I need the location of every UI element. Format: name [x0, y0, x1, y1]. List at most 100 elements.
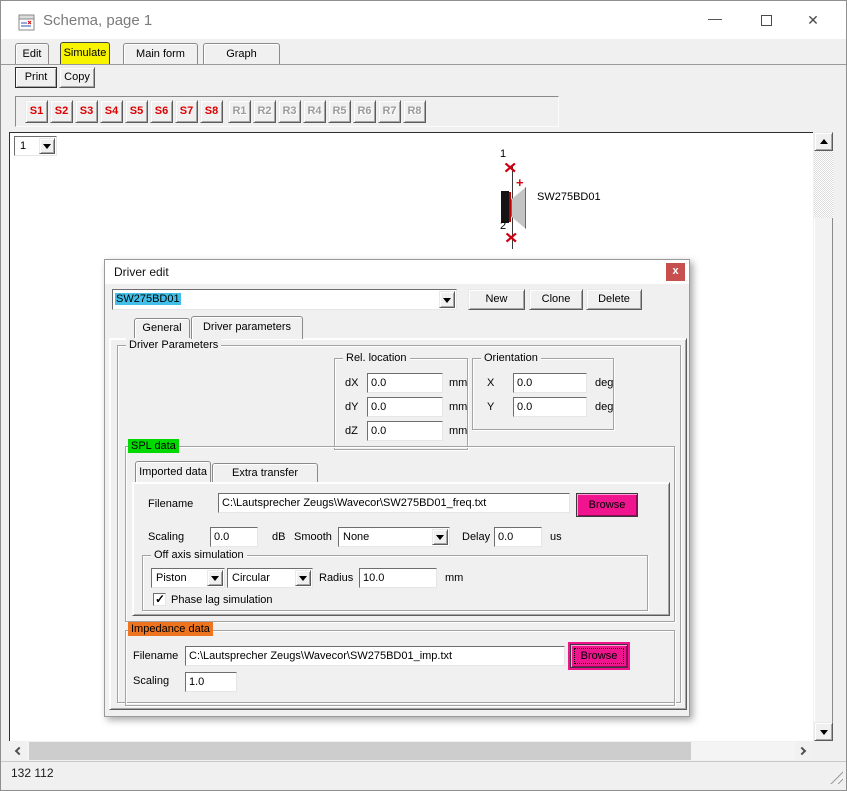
orientation-x-unit: deg — [595, 377, 613, 389]
vertical-scrollbar[interactable] — [814, 132, 833, 741]
driver-select-combo[interactable]: SW275BD01 — [112, 289, 457, 310]
off-axis-model-select[interactable]: Piston — [151, 568, 225, 588]
orientation-x-input[interactable] — [513, 373, 587, 393]
scroll-left-icon — [15, 747, 23, 755]
impedance-data-label: Impedance data — [128, 622, 213, 636]
orientation-group: Orientation X deg Y deg — [472, 358, 614, 430]
scroll-right-button[interactable] — [795, 742, 813, 760]
dialog-titlebar[interactable]: Driver edit x — [105, 260, 689, 284]
dy-unit: mm — [449, 401, 467, 413]
chevron-down-icon — [436, 535, 444, 540]
tab-edit[interactable]: Edit — [15, 43, 49, 64]
scroll-right-icon — [798, 747, 806, 755]
driver-select-dropdown-button[interactable] — [439, 291, 455, 308]
spl-browse-button[interactable]: Browse — [576, 493, 638, 517]
button-s6[interactable]: S6 — [150, 100, 173, 123]
minimize-icon: — — [708, 10, 722, 26]
orientation-x-label: X — [487, 377, 494, 389]
delete-button[interactable]: Delete — [586, 289, 642, 310]
radius-input[interactable] — [359, 568, 437, 588]
tab-driver-parameters[interactable]: Driver parameters — [191, 316, 303, 339]
spl-filename-input[interactable] — [218, 493, 570, 513]
clone-button[interactable]: Clone — [529, 289, 583, 310]
dx-input[interactable] — [367, 373, 443, 393]
horizontal-scrollbar-thumb[interactable] — [29, 742, 691, 760]
close-button[interactable]: ✕ — [796, 7, 830, 33]
dz-input[interactable] — [367, 421, 443, 441]
rel-location-label: Rel. location — [343, 351, 410, 365]
phase-lag-checkbox[interactable]: ✓ — [153, 593, 166, 606]
page-selector-dropdown-button[interactable] — [39, 138, 55, 154]
button-s7[interactable]: S7 — [175, 100, 198, 123]
scroll-up-icon — [820, 139, 828, 144]
scroll-down-icon — [820, 730, 828, 735]
speaker-coil-icon — [509, 192, 511, 222]
scroll-up-button[interactable] — [814, 132, 833, 151]
button-s2[interactable]: S2 — [50, 100, 73, 123]
page-selector[interactable]: 1 — [14, 136, 57, 156]
titlebar[interactable]: Schema, page 1 — ✕ — [1, 1, 846, 39]
schema-toolbar: S1 S2 S3 S4 S5 S6 S7 S8 R1 R2 R3 R4 R5 R… — [15, 96, 559, 127]
button-s8[interactable]: S8 — [200, 100, 223, 123]
button-r2: R2 — [253, 100, 276, 123]
spl-scaling-unit: dB — [272, 531, 285, 543]
chevron-down-icon — [211, 576, 219, 581]
imported-data-page: Filename Browse Scaling dB Smooth None — [132, 482, 670, 616]
resize-grip-icon[interactable] — [830, 771, 843, 784]
spl-scaling-input[interactable] — [210, 527, 258, 547]
button-s5[interactable]: S5 — [125, 100, 148, 123]
page-selector-value: 1 — [20, 140, 26, 152]
scroll-down-button[interactable] — [814, 722, 833, 741]
tab-main-form[interactable]: Main form — [123, 43, 198, 64]
model-select-dropdown-button[interactable] — [207, 570, 223, 586]
tab-imported-data[interactable]: Imported data — [135, 461, 211, 482]
tab-general[interactable]: General — [134, 318, 190, 338]
impedance-browse-button[interactable]: Browse — [570, 644, 628, 668]
scroll-left-button[interactable] — [9, 742, 27, 760]
minimize-button[interactable]: — — [698, 7, 732, 33]
vertical-scrollbar-thumb[interactable] — [814, 218, 833, 722]
rel-location-group: Rel. location dX mm dY mm dZ mm — [334, 358, 468, 450]
impedance-filename-label: Filename — [133, 650, 178, 662]
maximize-icon — [761, 15, 772, 26]
dy-input[interactable] — [367, 397, 443, 417]
button-s4[interactable]: S4 — [100, 100, 123, 123]
speaker-cone-icon[interactable] — [511, 187, 526, 229]
dialog-body: SW275BD01 New Clone Delete General Drive… — [105, 284, 689, 718]
shape-select-dropdown-button[interactable] — [295, 570, 311, 586]
dz-unit: mm — [449, 425, 467, 437]
button-r4: R4 — [303, 100, 326, 123]
impedance-data-group: Impedance data Filename Browse Scaling — [125, 630, 675, 706]
button-s1[interactable]: S1 — [25, 100, 48, 123]
action-button-row: Print Copy — [15, 67, 95, 88]
spl-data-group: SPL data Imported data Extra transfer fu… — [125, 446, 675, 622]
r-button-group: R1 R2 R3 R4 R5 R6 R7 R8 — [228, 100, 426, 123]
smooth-label: Smooth — [294, 531, 332, 543]
button-s3[interactable]: S3 — [75, 100, 98, 123]
horizontal-scrollbar[interactable] — [9, 742, 813, 760]
dialog-title: Driver edit — [114, 265, 169, 279]
smooth-select-dropdown-button[interactable] — [432, 529, 448, 545]
impedance-filename-input[interactable] — [185, 646, 565, 666]
tab-extra-transfer-function[interactable]: Extra transfer function — [212, 463, 318, 482]
smooth-select[interactable]: None — [338, 527, 450, 547]
off-axis-shape-select[interactable]: Circular — [227, 568, 313, 588]
impedance-scaling-label: Scaling — [133, 675, 169, 687]
driver-parameters-group-label: Driver Parameters — [126, 338, 221, 352]
off-axis-simulation-label: Off axis simulation — [151, 548, 247, 562]
speaker-magnet-icon[interactable] — [501, 191, 509, 223]
maximize-button[interactable] — [749, 7, 783, 33]
print-button[interactable]: Print — [15, 67, 57, 88]
orientation-y-input[interactable] — [513, 397, 587, 417]
dialog-close-button[interactable]: x — [666, 263, 685, 281]
tab-simulate[interactable]: Simulate — [60, 42, 110, 64]
copy-button[interactable]: Copy — [59, 67, 95, 88]
new-button[interactable]: New — [468, 289, 525, 310]
dz-label: dZ — [345, 425, 358, 437]
node-2-marker-icon[interactable]: ✕ — [504, 229, 518, 247]
button-r3: R3 — [278, 100, 301, 123]
tab-graph[interactable]: Graph — [203, 43, 280, 64]
impedance-scaling-input[interactable] — [185, 672, 237, 692]
close-icon: ✕ — [807, 12, 819, 28]
delay-input[interactable] — [494, 527, 542, 547]
